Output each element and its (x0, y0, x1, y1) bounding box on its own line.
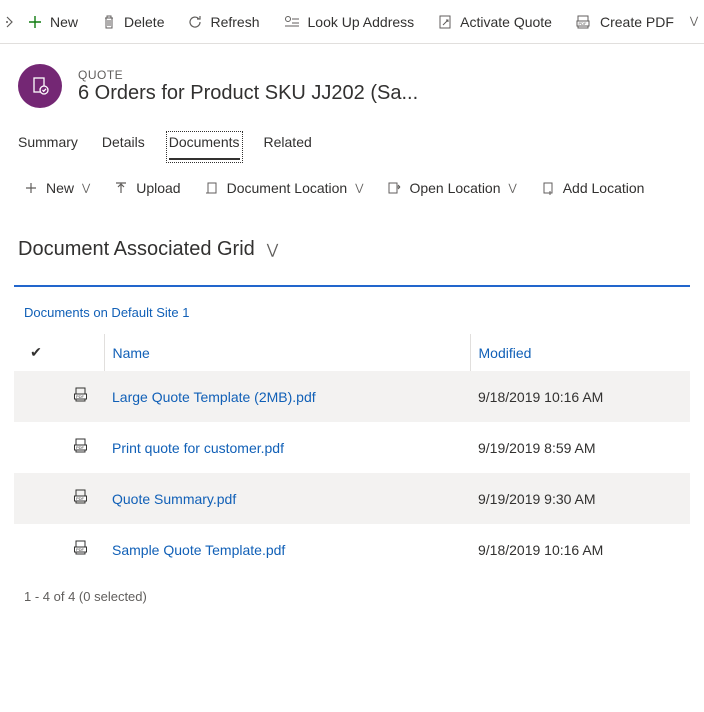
grid-footer: 1 - 4 of 4 (0 selected) (14, 575, 690, 618)
svg-text:PDF: PDF (76, 394, 85, 399)
refresh-icon (188, 15, 202, 29)
delete-label: Delete (124, 14, 164, 30)
pdf-file-icon: PDF (58, 422, 104, 473)
table-row[interactable]: PDF Large Quote Template (2MB).pdf9/18/20… (14, 371, 690, 422)
document-location-button[interactable]: Document Location ⋁ (195, 174, 374, 202)
document-grid: Documents on Default Site 1 ✔ Name Modif… (14, 285, 690, 618)
icon-column (58, 334, 104, 371)
row-checkbox[interactable] (14, 473, 58, 524)
openlocation-label: Open Location (409, 180, 500, 196)
new-button[interactable]: New (16, 0, 90, 43)
activate-label: Activate Quote (460, 14, 552, 30)
overflow-icon[interactable]: ⋁ (686, 0, 702, 43)
upload-icon (114, 181, 128, 195)
column-modified[interactable]: Modified (470, 334, 690, 371)
refresh-label: Refresh (210, 14, 259, 30)
entity-label: QUOTE (78, 68, 418, 82)
modified-cell: 9/18/2019 10:16 AM (470, 371, 690, 422)
chevron-down-icon: ⋁ (355, 183, 363, 194)
create-pdf-button[interactable]: PDF Create PDF (564, 0, 686, 43)
sub-new-label: New (46, 180, 74, 196)
command-bar: New Delete Refresh Look Up Address Activ… (0, 0, 704, 44)
file-name-link[interactable]: Quote Summary.pdf (104, 473, 470, 524)
table-row[interactable]: PDF Quote Summary.pdf9/19/2019 9:30 AM (14, 473, 690, 524)
trash-icon (102, 15, 116, 29)
tab-related[interactable]: Related (264, 134, 312, 160)
activate-icon (438, 15, 452, 29)
table-row[interactable]: PDF Print quote for customer.pdf9/19/2019… (14, 422, 690, 473)
row-checkbox[interactable] (14, 422, 58, 473)
row-checkbox[interactable] (14, 371, 58, 422)
doclocation-label: Document Location (227, 180, 348, 196)
record-header: QUOTE 6 Orders for Product SKU JJ202 (Sa… (0, 44, 704, 118)
delete-button[interactable]: Delete (90, 0, 176, 43)
svg-text:PDF: PDF (76, 445, 85, 450)
row-checkbox[interactable] (14, 524, 58, 575)
table-row[interactable]: PDF Sample Quote Template.pdf9/18/2019 10… (14, 524, 690, 575)
file-name-link[interactable]: Print quote for customer.pdf (104, 422, 470, 473)
tab-documents[interactable]: Documents (169, 134, 240, 160)
open-location-icon (387, 181, 401, 195)
page-title: 6 Orders for Product SKU JJ202 (Sa... (78, 82, 418, 105)
grid-title: Document Associated Grid (18, 238, 255, 261)
file-name-link[interactable]: Large Quote Template (2MB).pdf (104, 371, 470, 422)
pdf-file-icon: PDF (58, 371, 104, 422)
activate-quote-button[interactable]: Activate Quote (426, 0, 564, 43)
column-name[interactable]: Name (104, 334, 470, 371)
pdf-file-icon: PDF (58, 473, 104, 524)
modified-cell: 9/19/2019 9:30 AM (470, 473, 690, 524)
tab-summary[interactable]: Summary (18, 134, 78, 160)
svg-text:PDF: PDF (76, 496, 85, 501)
sub-command-bar: New ⋁ Upload Document Location ⋁ Open Lo… (0, 160, 704, 208)
chevron-down-icon: ⋁ (82, 183, 90, 194)
file-name-link[interactable]: Sample Quote Template.pdf (104, 524, 470, 575)
chevron-down-icon: ⋁ (267, 241, 278, 258)
open-location-button[interactable]: Open Location ⋁ (377, 174, 526, 202)
chevron-down-icon: ⋁ (509, 183, 517, 194)
add-location-icon (541, 181, 555, 195)
upload-button[interactable]: Upload (104, 174, 190, 202)
createpdf-label: Create PDF (600, 14, 674, 30)
upload-label: Upload (136, 180, 180, 196)
svg-text:PDF: PDF (578, 21, 587, 26)
pdf-icon: PDF (576, 15, 592, 29)
modified-cell: 9/19/2019 8:59 AM (470, 422, 690, 473)
tabs: Summary Details Documents Related (0, 118, 704, 160)
pdf-file-icon: PDF (58, 524, 104, 575)
expand-icon[interactable] (4, 16, 16, 28)
new-label: New (50, 14, 78, 30)
lookup-address-button[interactable]: Look Up Address (272, 0, 427, 43)
location-link[interactable]: Documents on Default Site 1 (14, 287, 690, 334)
grid-title-row[interactable]: Document Associated Grid ⋁ (0, 208, 704, 285)
quote-badge-icon (18, 64, 62, 108)
refresh-button[interactable]: Refresh (176, 0, 271, 43)
add-location-button[interactable]: Add Location (531, 174, 655, 202)
lookup-label: Look Up Address (308, 14, 415, 30)
sub-new-button[interactable]: New ⋁ (14, 174, 100, 202)
doc-location-icon (205, 181, 219, 195)
plus-icon (28, 15, 42, 29)
addlocation-label: Add Location (563, 180, 645, 196)
select-all-checkbox[interactable]: ✔ (14, 334, 58, 371)
modified-cell: 9/18/2019 10:16 AM (470, 524, 690, 575)
tab-details[interactable]: Details (102, 134, 145, 160)
svg-text:PDF: PDF (76, 547, 85, 552)
plus-icon (24, 181, 38, 195)
lookup-icon (284, 15, 300, 29)
